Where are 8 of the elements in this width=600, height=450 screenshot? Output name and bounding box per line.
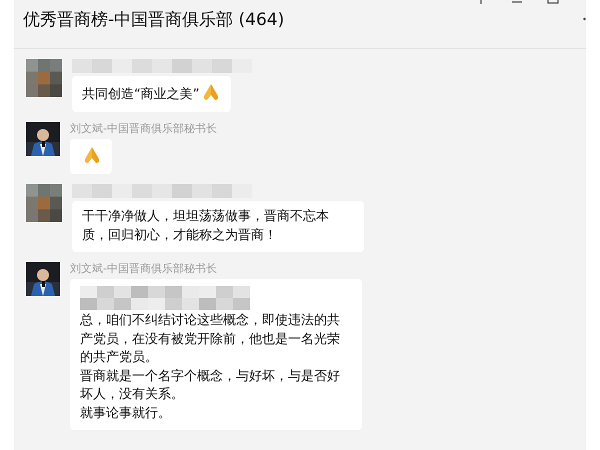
message-text: 总，咱们不纠结讨论这些概念，即使违法的共产党员，在没有被党开除前，他也是一名光荣的共产党员。 (80, 313, 340, 365)
chat-title: 优秀晋商榜-中国晋商俱乐部 (464) (23, 8, 284, 30)
message-text: 就事论事就行。 (80, 406, 171, 420)
sender-name: 刘文斌-中国晋商俱乐部秘书长 (70, 262, 217, 276)
sender-name: 刘文斌-中国晋商俱乐部秘书长 (70, 122, 217, 136)
message-text: 晋商就是一个名字个概念，与好坏，与是否好坏人，没有关系。 (80, 368, 340, 402)
message-text: 共同创造“商业之美” (82, 87, 200, 102)
message-text: 干干净净做人，坦坦荡荡做事，晋商不忘本质，回归初心，才能称之为晋商！ (82, 209, 329, 242)
